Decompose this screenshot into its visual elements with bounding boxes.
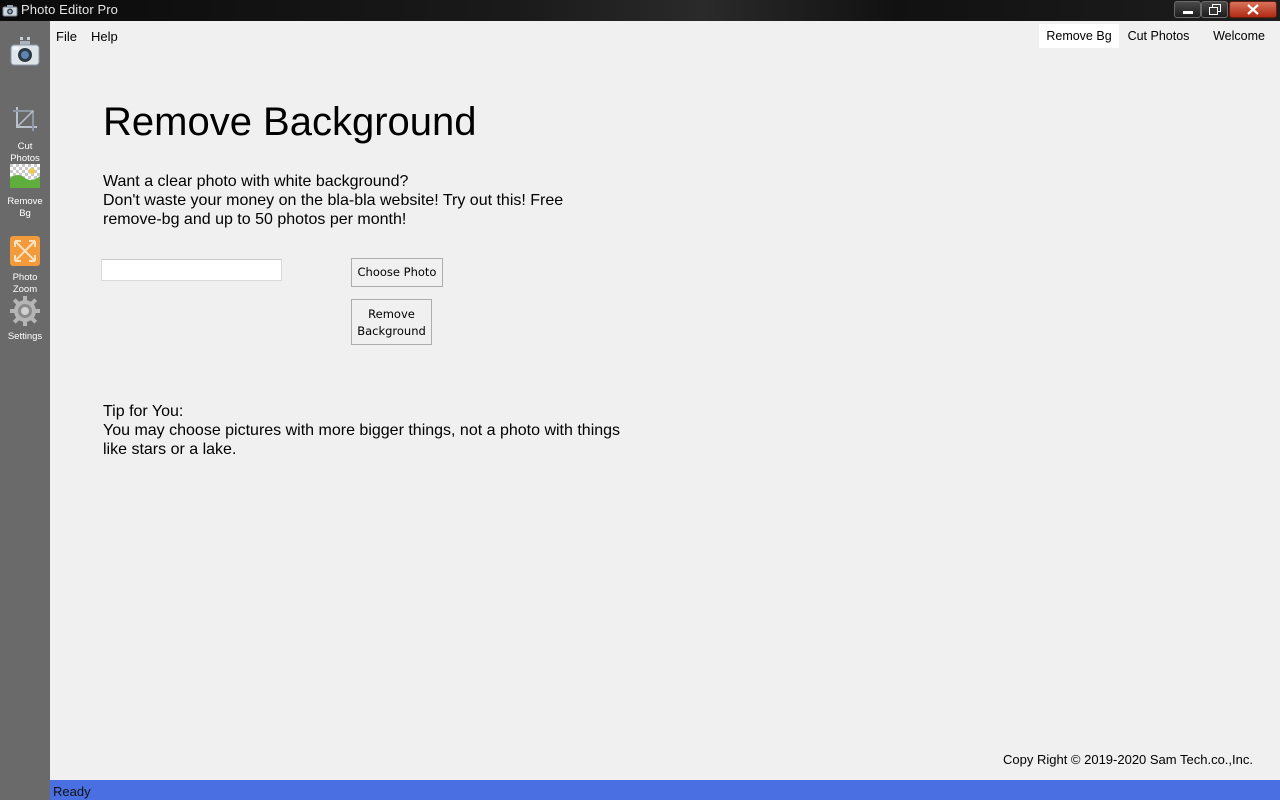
sidebar-item-settings[interactable]: Settings xyxy=(0,295,50,343)
tab-cut-photos[interactable]: Cut Photos xyxy=(1121,24,1196,48)
sidebar-item-remove-bg[interactable]: Remove Bg xyxy=(0,164,50,220)
description-text: Want a clear photo with white background… xyxy=(103,173,564,228)
sidebar-label-remove-bg: Remove Bg xyxy=(7,196,43,219)
menu-file[interactable]: File xyxy=(56,29,77,44)
tip-section: Tip for You: You may choose pictures wit… xyxy=(103,402,623,459)
sidebar-item-photo-zoom[interactable]: Photo Zoom xyxy=(0,236,50,296)
minimize-button[interactable] xyxy=(1174,1,1201,18)
sidebar-label-photo-zoom: Photo Zoom xyxy=(12,272,38,295)
photo-path-input[interactable] xyxy=(101,259,282,281)
close-icon xyxy=(1247,4,1259,15)
copyright-text: Copy Right © 2019-2020 Sam Tech.co.,Inc. xyxy=(1003,752,1253,767)
title-bar: Photo Editor Pro xyxy=(0,0,1280,21)
tip-title: Tip for You: xyxy=(103,403,184,420)
tip-text: You may choose pictures with more bigger… xyxy=(103,422,621,458)
page-title: Remove Background xyxy=(103,100,477,144)
close-button[interactable] xyxy=(1229,1,1277,18)
tab-remove-bg[interactable]: Remove Bg xyxy=(1039,24,1119,48)
crop-icon xyxy=(13,107,37,131)
camera-icon xyxy=(10,37,40,66)
gear-icon xyxy=(10,296,40,326)
sidebar: Cut Photos Remove Bg Photo Zoom Settings xyxy=(0,21,50,800)
menu-help[interactable]: Help xyxy=(91,29,118,44)
choose-photo-button[interactable]: Choose Photo xyxy=(351,258,443,287)
sidebar-label-cut-photos: Cut Photos xyxy=(10,141,40,164)
sidebar-item-camera[interactable] xyxy=(0,35,50,73)
remove-background-button[interactable]: Remove Background xyxy=(351,299,432,345)
restore-icon xyxy=(1208,4,1221,15)
zoom-icon xyxy=(10,236,40,266)
tab-welcome[interactable]: Welcome xyxy=(1203,24,1275,48)
remove-background-icon xyxy=(10,164,40,188)
minimize-icon xyxy=(1182,10,1193,14)
maximize-button[interactable] xyxy=(1201,1,1228,18)
window-title: Photo Editor Pro xyxy=(21,2,118,17)
status-bar: Ready xyxy=(50,780,1280,800)
status-text: Ready xyxy=(53,784,91,799)
sidebar-item-cut-photos[interactable]: Cut Photos xyxy=(0,105,50,165)
camera-app-icon xyxy=(2,2,18,18)
menu-bar: File Help xyxy=(50,21,1030,49)
sidebar-label-settings: Settings xyxy=(7,331,43,342)
